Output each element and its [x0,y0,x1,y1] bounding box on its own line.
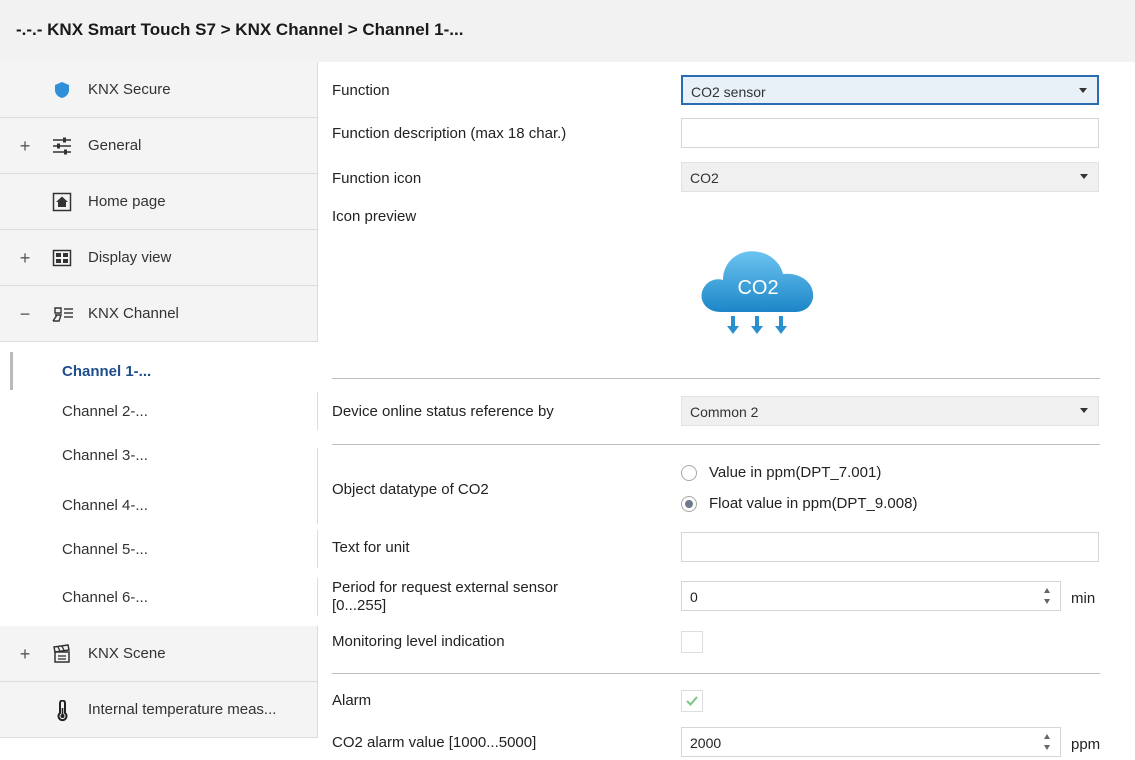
monitoring-label: Monitoring level indication [332,633,505,650]
sidebar-item-knx-channel[interactable]: − KNX Channel [0,286,318,342]
sidebar-item-label: Channel 5-... [62,541,148,558]
radio-label: Float value in ppm(DPT_9.008) [709,495,918,512]
sidebar-item-label: KNX Scene [88,645,166,662]
chevron-down-icon [1080,408,1088,413]
function-icon-label: Function icon [332,170,422,187]
expand-icon[interactable]: + [18,248,32,269]
sidebar-item-label: KNX Channel [88,305,179,322]
radio-button-selected[interactable] [681,496,697,512]
divider [332,673,1100,674]
function-value: CO2 sensor [691,84,766,100]
spin-up-icon[interactable] [1044,588,1050,593]
grid-view-icon [52,248,72,268]
sidebar-item-label: Display view [88,249,172,266]
thermometer-icon [52,699,72,722]
sidebar-item-label: Channel 1-... [62,363,152,380]
sidebar-item-label: Home page [88,193,166,210]
chevron-down-icon [1079,88,1087,93]
alarm-label: Alarm [332,692,372,709]
icon-preview-text: CO2 [737,277,778,299]
expand-icon[interactable]: + [18,644,32,665]
sidebar-item-general[interactable]: + General [0,118,318,174]
sidebar-item-channel-3[interactable]: Channel 3-... [10,447,318,486]
function-description-label: Function description (max 18 char.) [332,125,567,142]
sidebar-item-knx-scene[interactable]: + KNX Scene [0,626,318,682]
radio-button[interactable] [681,465,697,481]
function-description-input[interactable] [681,118,1099,148]
sidebar-item-label: General [88,137,142,154]
chevron-down-icon [1080,174,1088,179]
sidebar-item-label: KNX Secure [88,81,171,98]
shield-icon [52,80,72,100]
icon-preview-label: Icon preview [332,208,417,225]
unit-text-label: Text for unit [332,539,410,556]
sidebar: KNX Secure + General Home page + Display… [0,62,320,760]
period-value: 0 [690,589,698,605]
alarm-value: 2000 [690,735,722,751]
function-label: Function [332,82,390,99]
co2-cloud-icon: CO2 [695,230,821,344]
divider [332,378,1100,379]
period-input[interactable]: 0 [681,581,1061,611]
sidebar-item-internal-temperature[interactable]: Internal temperature meas... [0,682,318,738]
function-icon-select[interactable]: CO2 [681,162,1099,192]
expand-icon[interactable]: + [18,136,32,157]
online-status-select[interactable]: Common 2 [681,396,1099,426]
check-icon [686,696,698,706]
sidebar-item-channel-4[interactable]: Channel 4-... [10,486,318,524]
sidebar-item-label: Channel 6-... [62,589,148,606]
sidebar-item-home-page[interactable]: Home page [0,174,318,230]
period-label: Period for request external sensor [0...… [332,579,558,615]
spin-down-icon[interactable] [1044,599,1050,604]
channel-icon [52,304,73,324]
spin-down-icon[interactable] [1044,745,1050,750]
alarm-value-input[interactable]: 2000 [681,727,1061,757]
sidebar-item-channel-6[interactable]: Channel 6-... [10,578,318,616]
datatype-label: Object datatype of CO2 [332,481,489,498]
online-status-value: Common 2 [690,404,759,420]
breadcrumb: -.-.- KNX Smart Touch S7 > KNX Channel >… [16,20,464,39]
parameter-panel: Function CO2 sensor Function description… [320,62,1135,760]
monitoring-checkbox[interactable] [681,631,703,653]
alarm-value-label: CO2 alarm value [1000...5000] [332,734,537,751]
sidebar-item-channel-1[interactable]: Channel 1-... [10,352,318,390]
sidebar-item-label: Channel 2-... [62,403,148,420]
sliders-icon [52,136,72,156]
sidebar-item-label: Internal temperature meas... [88,701,277,718]
title-bar: -.-.- KNX Smart Touch S7 > KNX Channel >… [0,0,1135,62]
unit-text-input[interactable] [681,532,1099,562]
divider [332,444,1100,445]
clapperboard-icon [52,644,72,664]
spin-up-icon[interactable] [1044,734,1050,739]
period-label-line1: Period for request external sensor [332,579,558,596]
period-unit: min [1071,590,1096,607]
sidebar-item-label: Channel 4-... [62,497,148,514]
alarm-checkbox[interactable] [681,690,703,712]
sidebar-item-knx-secure[interactable]: KNX Secure [0,62,318,118]
collapse-icon[interactable]: − [18,304,32,325]
sidebar-item-channel-2[interactable]: Channel 2-... [10,392,318,430]
sidebar-item-label: Channel 3-... [62,447,148,464]
radio-label: Value in ppm(DPT_7.001) [709,464,882,481]
sidebar-item-channel-5[interactable]: Channel 5-... [10,530,318,568]
period-label-line2: [0...255] [332,597,387,614]
alarm-unit: ppm [1071,736,1101,753]
home-icon [52,192,72,212]
function-icon-value: CO2 [690,170,719,186]
function-select[interactable]: CO2 sensor [681,75,1099,105]
online-status-label: Device online status reference by [332,403,554,420]
sidebar-item-display-view[interactable]: + Display view [0,230,318,286]
